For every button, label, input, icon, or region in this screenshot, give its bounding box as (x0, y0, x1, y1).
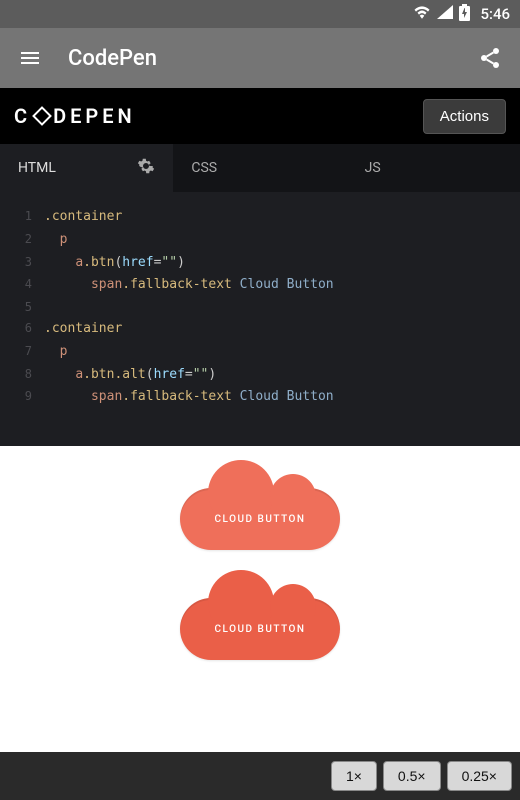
actions-button[interactable]: Actions (423, 99, 506, 134)
code-content: .container (44, 206, 122, 229)
tab-label: JS (365, 160, 381, 176)
codepen-logo: CDEPEN (14, 104, 136, 128)
zoom-half[interactable]: 0.5× (383, 761, 441, 791)
code-content: a.btn.alt(href="") (44, 364, 216, 387)
code-line: 6 .container (10, 318, 510, 341)
code-line: 7 p (10, 341, 510, 364)
cloud-button-label: CLOUD BUTTON (214, 514, 305, 525)
line-number: 4 (10, 274, 32, 297)
zoom-quarter[interactable]: 0.25× (447, 761, 512, 791)
cloud-button-alt[interactable]: CLOUD BUTTON (180, 598, 340, 660)
logo-row: CDEPEN Actions (0, 88, 520, 144)
code-content: span.fallback-text Cloud Button (44, 386, 334, 409)
line-number: 1 (10, 206, 32, 229)
battery-icon (459, 4, 470, 25)
line-number: 7 (10, 341, 32, 364)
share-button[interactable] (476, 44, 504, 72)
tab-label: CSS (191, 160, 217, 176)
app-title: CodePen (68, 46, 476, 71)
code-line: 8 a.btn.alt(href="") (10, 364, 510, 387)
code-content: span.fallback-text Cloud Button (44, 274, 334, 297)
code-line: 3 a.btn(href="") (10, 252, 510, 275)
code-line: 2 p (10, 229, 510, 252)
code-content: .container (44, 318, 122, 341)
line-number: 2 (10, 229, 32, 252)
code-line: 4 span.fallback-text Cloud Button (10, 274, 510, 297)
tab-html[interactable]: HTML (0, 144, 173, 192)
app-root: 5:46 CodePen CDEPEN Actions HTML CSS JS (0, 0, 520, 800)
code-line: 5 (10, 297, 510, 318)
zoom-1x[interactable]: 1× (331, 761, 377, 791)
line-number: 9 (10, 386, 32, 409)
logo-diamond-icon (32, 106, 52, 126)
code-line: 1 .container (10, 206, 510, 229)
zoom-bar: 1× 0.5× 0.25× (0, 752, 520, 800)
line-number: 3 (10, 252, 32, 275)
gear-icon[interactable] (137, 157, 155, 179)
line-number: 5 (10, 297, 32, 318)
wifi-icon (413, 5, 431, 23)
cloud-button-label: CLOUD BUTTON (214, 624, 305, 635)
line-number: 8 (10, 364, 32, 387)
preview-pane: CLOUD BUTTON CLOUD BUTTON (0, 446, 520, 752)
status-time: 5:46 (480, 5, 510, 23)
code-content: a.btn(href="") (44, 252, 185, 275)
code-content: p (44, 229, 67, 252)
editor-tabs: HTML CSS JS (0, 144, 520, 192)
code-content: p (44, 341, 67, 364)
tab-css[interactable]: CSS (173, 144, 346, 192)
line-number: 6 (10, 318, 32, 341)
code-editor[interactable]: 1.container2 p3 a.btn(href="")4 span.fal… (0, 192, 520, 446)
tab-label: HTML (18, 160, 56, 176)
code-line: 9 span.fallback-text Cloud Button (10, 386, 510, 409)
app-bar: CodePen (0, 28, 520, 88)
menu-button[interactable] (16, 44, 44, 72)
cellular-icon (437, 5, 453, 23)
cloud-button[interactable]: CLOUD BUTTON (180, 488, 340, 550)
status-bar: 5:46 (0, 0, 520, 28)
tab-js[interactable]: JS (347, 144, 520, 192)
